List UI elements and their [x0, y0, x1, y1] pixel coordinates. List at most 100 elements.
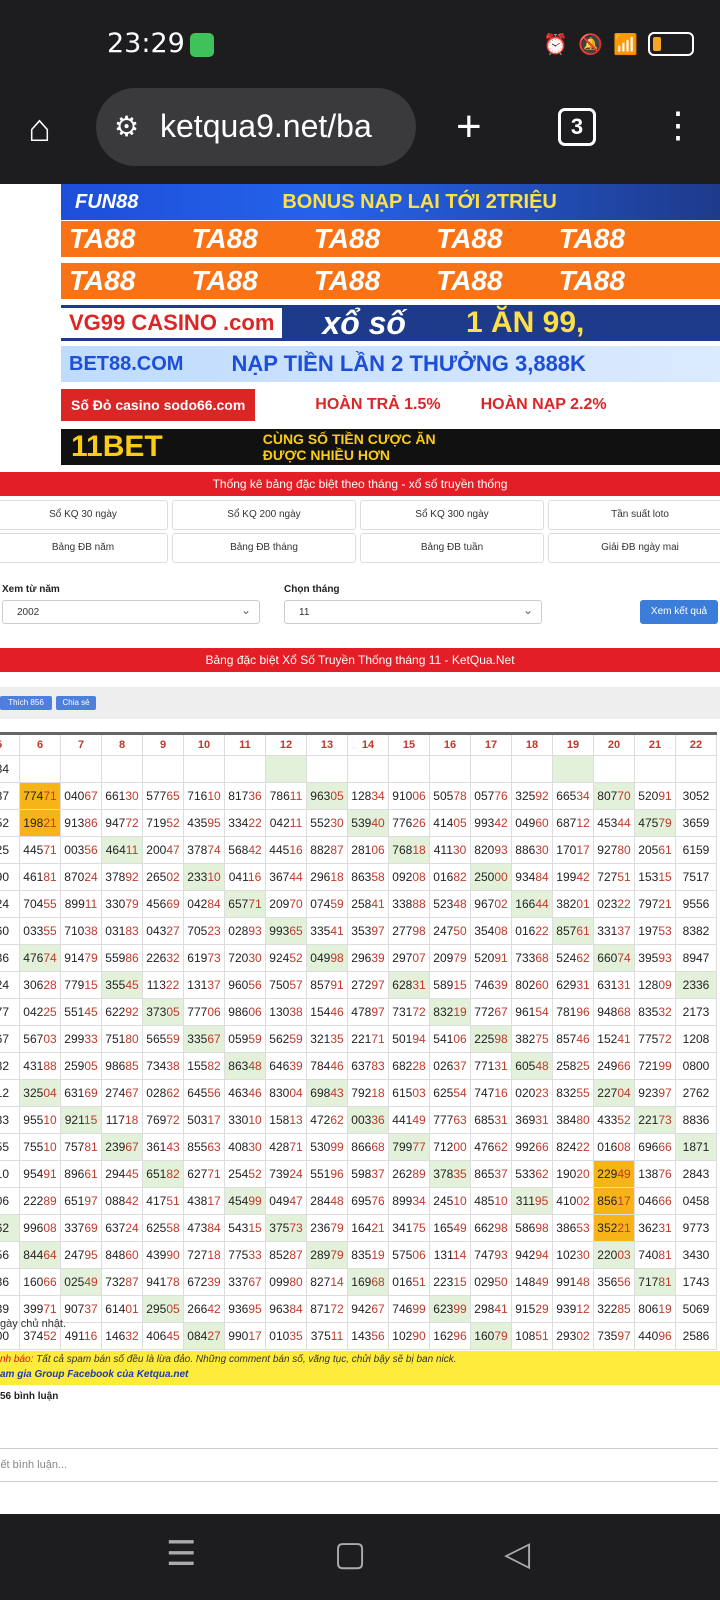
table-cell: 13137 — [184, 972, 225, 999]
facebook-share-button[interactable]: Chia sẻ — [56, 696, 96, 710]
banner-sodo66[interactable]: Số Đỏ casino sodo66.com HOÀN TRẢ 1.5% HO… — [61, 387, 720, 423]
table-cell: 46346 — [225, 1080, 266, 1107]
nav-giai-db-ngay-mai[interactable]: Giải ĐB ngày mai — [548, 533, 720, 563]
table-cell — [143, 756, 184, 783]
table-cell: 37892 — [102, 864, 143, 891]
table-cell — [102, 756, 143, 783]
table-cell: 37511 — [307, 1323, 348, 1350]
nav-tan-suat-loto[interactable]: Tần suất loto — [548, 500, 720, 530]
table-cell: 012 — [0, 1080, 20, 1107]
banner-vg99[interactable]: VG99 CASINO .com xổ số 1 ĂN 99, — [61, 305, 720, 341]
month-select[interactable]: 11 — [284, 598, 542, 624]
table-cell: 16549 — [430, 1215, 471, 1242]
table-cell: 3052 — [676, 783, 717, 810]
table-cell: 47262 — [307, 1107, 348, 1134]
table-cell: 83255 — [553, 1080, 594, 1107]
table-cell: 510 — [0, 1161, 20, 1188]
home-icon[interactable]: ⌂ — [28, 108, 70, 150]
facebook-like-button[interactable]: Thích 856 — [0, 696, 52, 710]
table-row: 2600335571038031830432770523028939936533… — [0, 918, 717, 945]
table-cell: 33079 — [102, 891, 143, 918]
nav-bang-db-tuan[interactable]: Bảng ĐB tuần — [360, 533, 544, 563]
table-cell: 19020 — [553, 1161, 594, 1188]
table-cell: 72030 — [225, 945, 266, 972]
table-cell: 38480 — [553, 1107, 594, 1134]
table-cell: 46181 — [20, 864, 61, 891]
table-cell: 26502 — [143, 864, 184, 891]
browser-toolbar: ⌂ ⚙ ketqua9.net/ba + 3 ⋮ — [0, 88, 720, 184]
table-cell: 22632 — [143, 945, 184, 972]
banner-fun88[interactable]: FUN88 BONUS NẠP LẠI TỚI 2TRIỆU — [61, 184, 720, 220]
table-cell: 762 — [0, 1215, 20, 1242]
table-cell: 10851 — [512, 1323, 553, 1350]
table-cell: 6159 — [676, 837, 717, 864]
table-cell: 28979 — [307, 1242, 348, 1269]
banner-11bet[interactable]: 11BET CÙNG SỐ TIỀN CƯỢC ĂN ĐƯỢC NHIỀU HƠ… — [61, 429, 720, 465]
site-settings-icon[interactable]: ⚙ — [114, 110, 139, 143]
day-header: 18 — [512, 735, 553, 756]
table-cell: 77533 — [225, 1242, 266, 1269]
table-cell: 85791 — [307, 972, 348, 999]
table-cell: 53940 — [348, 810, 389, 837]
tab-switcher-button[interactable]: 3 — [558, 108, 596, 146]
table-cell: 86668 — [348, 1134, 389, 1161]
table-cell: 183 — [0, 1107, 20, 1134]
table-cell — [266, 756, 307, 783]
comments-count: 56 bình luận — [0, 1391, 59, 1402]
new-tab-icon[interactable]: + — [456, 102, 482, 152]
table-cell: 27467 — [102, 1080, 143, 1107]
comment-input[interactable]: iết bình luận... — [0, 1448, 718, 1482]
banner-bet88[interactable]: BET88.COM NẠP TIỀN LẦN 2 THƯỞNG 3,888K — [61, 346, 720, 382]
table-cell: 32592 — [512, 783, 553, 810]
table-cell: 78611 — [266, 783, 307, 810]
table-cell — [676, 756, 717, 783]
table-cell: 52462 — [553, 945, 594, 972]
table-cell: 98685 — [102, 1053, 143, 1080]
banner-ta88-1[interactable]: TA88 TA88 TA88 TA88 TA88 — [61, 221, 720, 257]
table-cell: 27798 — [389, 918, 430, 945]
table-row: 4770422555145622923730577706986061303815… — [0, 999, 717, 1026]
table-cell: 15241 — [594, 1026, 635, 1053]
table-cell: 73287 — [102, 1269, 143, 1296]
table-cell: 1871 — [676, 1134, 717, 1161]
table-cell — [389, 756, 430, 783]
table-cell: 47384 — [184, 1215, 225, 1242]
back-icon[interactable]: ◁ — [504, 1534, 530, 1574]
year-select[interactable]: 2002 — [2, 598, 260, 624]
nav-bang-db-thang[interactable]: Bảng ĐB tháng — [172, 533, 356, 563]
view-results-button[interactable]: Xem kết quả — [640, 600, 718, 624]
table-cell: 46411 — [102, 837, 143, 864]
table-cell: 38275 — [512, 1026, 553, 1053]
table-cell: 7517 — [676, 864, 717, 891]
table-cell: 29841 — [471, 1296, 512, 1323]
table-cell: 32504 — [20, 1080, 61, 1107]
section-title-table: Bảng đặc biệt Xổ Số Truyền Thống tháng 1… — [0, 648, 720, 672]
table-cell: 236 — [0, 945, 20, 972]
table-cell: 95510 — [20, 1107, 61, 1134]
recent-apps-icon[interactable]: ☰ — [166, 1534, 196, 1574]
table-cell: 14356 — [348, 1323, 389, 1350]
table-cell: 79218 — [348, 1080, 389, 1107]
table-cell: 62399 — [430, 1296, 471, 1323]
table-note: gày chủ nhật. — [0, 1318, 67, 1330]
table-cell: 39593 — [635, 945, 676, 972]
table-row: 1839551092115117187697250317330101581347… — [0, 1107, 717, 1134]
address-bar[interactable]: ⚙ ketqua9.net/ba — [96, 88, 416, 166]
table-row: 0123250463169274670286264556463468300469… — [0, 1080, 717, 1107]
more-menu-icon[interactable]: ⋮ — [660, 104, 696, 146]
facebook-group-link[interactable]: am gia Group Facebook của Ketqua.net — [0, 1369, 188, 1380]
table-cell: 16968 — [348, 1269, 389, 1296]
table-row: 484 — [0, 756, 717, 783]
table-cell: 25841 — [348, 891, 389, 918]
table-cell: 70523 — [184, 918, 225, 945]
table-cell — [512, 756, 553, 783]
table-cell: 256 — [0, 1242, 20, 1269]
home-nav-icon[interactable]: ▢ — [334, 1534, 366, 1574]
table-cell: 55986 — [102, 945, 143, 972]
nav-so-kq-300[interactable]: Sổ KQ 300 ngày — [360, 500, 544, 530]
banner-ta88-2[interactable]: TA88 TA88 TA88 TA88 TA88 — [61, 263, 720, 299]
nav-so-kq-30[interactable]: Sổ KQ 30 ngày — [0, 500, 168, 530]
table-cell: 74639 — [471, 972, 512, 999]
nav-so-kq-200[interactable]: Sổ KQ 200 ngày — [172, 500, 356, 530]
nav-bang-db-nam[interactable]: Bảng ĐB năm — [0, 533, 168, 563]
